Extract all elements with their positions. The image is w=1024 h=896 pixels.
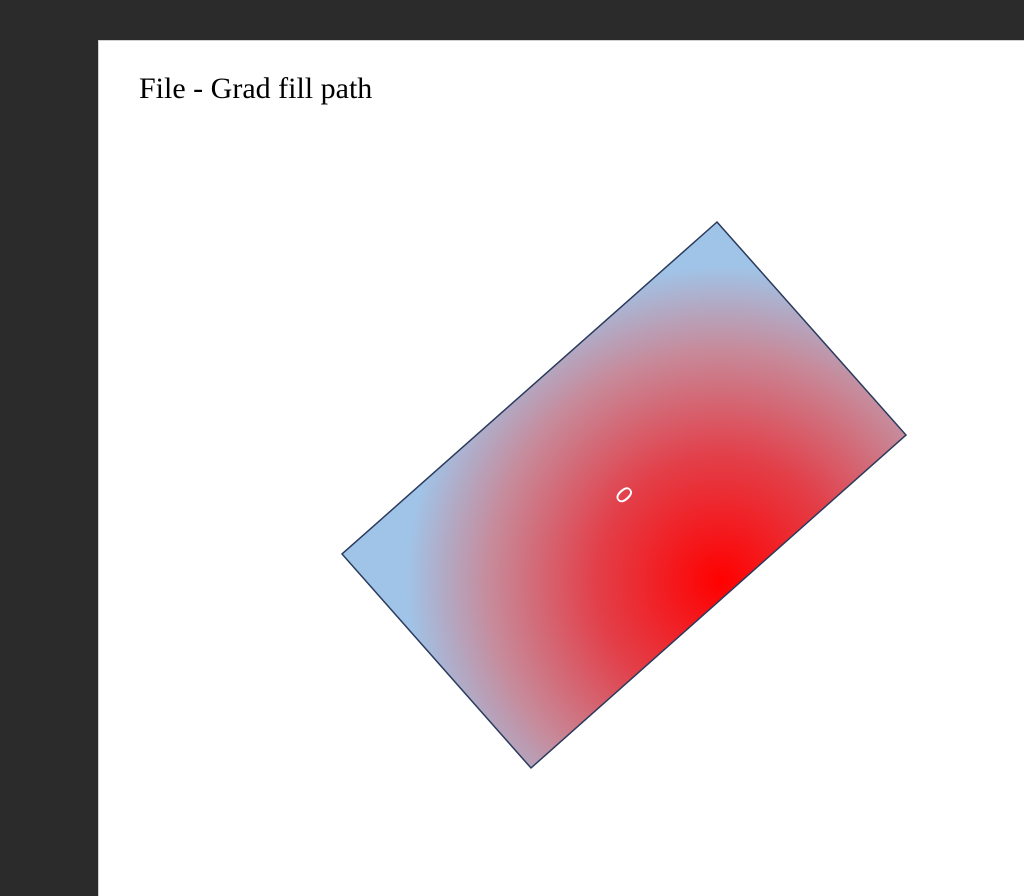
drawing-canvas: 0 <box>340 220 908 770</box>
app-window: File - Grad fill path 0 <box>0 0 1024 896</box>
document-page: File - Grad fill path 0 <box>98 40 1024 896</box>
